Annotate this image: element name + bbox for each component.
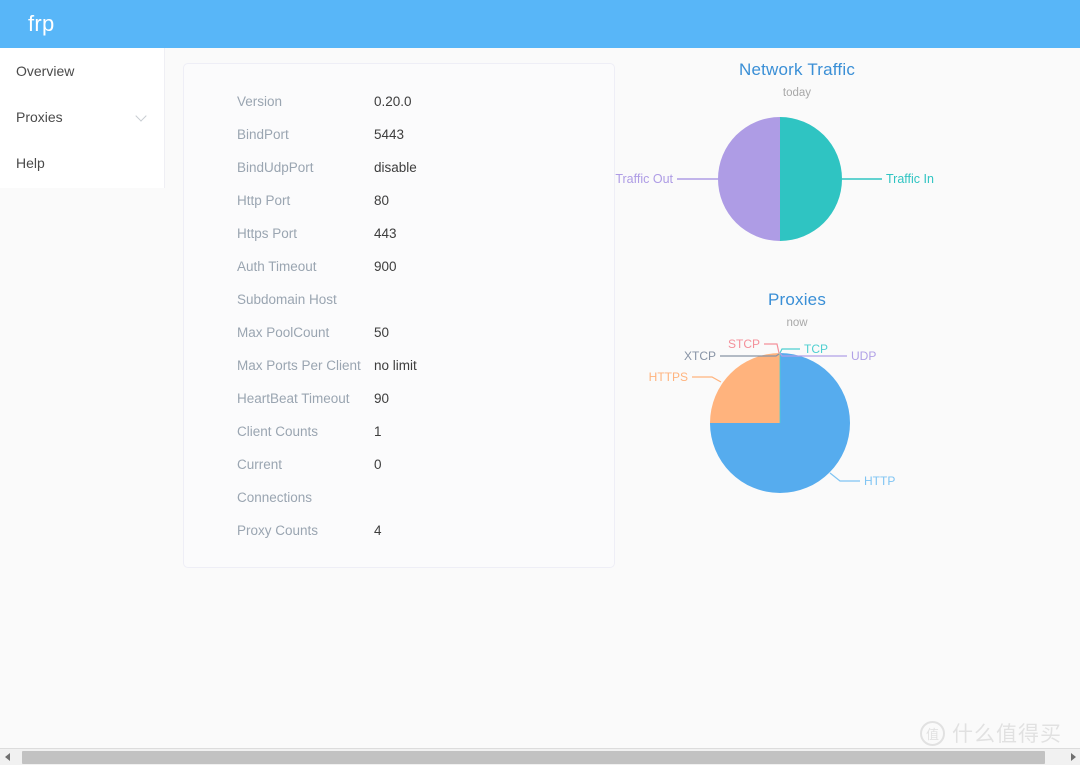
leader-line-tcp xyxy=(779,348,800,354)
info-value: 5443 xyxy=(374,127,405,142)
server-info-list: Version 0.20.0 BindPort 5443 BindUdpPort… xyxy=(184,64,614,554)
pie-label-tcp: TCP xyxy=(804,342,828,356)
pie-label-traffic-out: Traffic Out xyxy=(615,172,673,186)
frp-dashboard: frp Overview Proxies Help Version 0.20.0… xyxy=(0,0,1080,765)
table-row: Client Counts 1 xyxy=(184,422,614,455)
info-value: 0 xyxy=(374,457,382,472)
chevron-down-icon xyxy=(136,111,148,123)
table-row: Auth Timeout 900 xyxy=(184,257,614,290)
pie-slice-traffic-out-half[interactable] xyxy=(718,117,780,241)
app-brand-title: frp xyxy=(28,11,55,36)
pie-slice-traffic-in-half[interactable] xyxy=(780,117,842,241)
app-header: frp xyxy=(0,0,1080,48)
watermark-text: 什么值得买 xyxy=(952,722,1062,746)
sidebar-background-filler xyxy=(0,188,165,748)
info-value: 0.20.0 xyxy=(374,94,412,109)
pie-label-http: HTTP xyxy=(864,474,895,488)
table-row: Connections xyxy=(184,488,614,521)
info-label: Current xyxy=(237,457,283,472)
chart-subtitle: today xyxy=(782,87,812,99)
scroll-left-arrow-icon[interactable] xyxy=(0,748,14,765)
info-label: Max Ports Per Client xyxy=(237,358,361,373)
info-value: 900 xyxy=(374,259,397,274)
info-label: Client Counts xyxy=(237,424,319,439)
table-row: Version 0.20.0 xyxy=(184,92,614,125)
info-value: disable xyxy=(374,160,417,175)
pie-label-https: HTTPS xyxy=(649,370,688,384)
info-value: 443 xyxy=(374,226,397,241)
pie-label-xtcp: XTCP xyxy=(684,349,716,363)
sidebar-nav: Overview Proxies Help xyxy=(0,48,165,188)
chart-canvas: STCP TCP XTCP UDP HTTPS HTTP xyxy=(632,329,962,504)
leader-line-http xyxy=(829,472,860,482)
info-label: Https Port xyxy=(237,226,298,241)
proxies-chart: Proxies now STCP TCP XTCP UDP HTTPS HTTP xyxy=(632,290,962,505)
horizontal-scrollbar[interactable] xyxy=(0,748,1080,765)
chart-title: Network Traffic xyxy=(738,60,856,79)
table-row: HeartBeat Timeout 90 xyxy=(184,389,614,422)
pie-slice-https[interactable] xyxy=(710,353,780,423)
chart-canvas: Traffic Out Traffic In xyxy=(615,99,962,259)
pie-label-stcp: STCP xyxy=(728,337,760,351)
scrollbar-thumb[interactable] xyxy=(22,750,1045,764)
info-value: 90 xyxy=(374,391,390,406)
table-row: BindPort 5443 xyxy=(184,125,614,158)
table-row: Max Ports Per Client no limit xyxy=(184,356,614,389)
info-label: Max PoolCount xyxy=(237,325,330,340)
sidebar-item-overview[interactable]: Overview xyxy=(0,48,164,94)
server-info-card: Version 0.20.0 BindPort 5443 BindUdpPort… xyxy=(183,63,615,568)
info-value: no limit xyxy=(374,358,417,373)
table-row: Subdomain Host xyxy=(184,290,614,323)
info-label: BindUdpPort xyxy=(237,160,314,175)
table-row: Current 0 xyxy=(184,455,614,488)
sidebar-item-label: Overview xyxy=(16,63,75,79)
info-label: Connections xyxy=(237,490,313,505)
sidebar-item-label: Help xyxy=(16,155,45,171)
table-row: Https Port 443 xyxy=(184,224,614,257)
sidebar-item-help[interactable]: Help xyxy=(0,140,164,186)
table-row: BindUdpPort disable xyxy=(184,158,614,191)
chart-title: Proxies xyxy=(767,290,827,309)
info-label: Version xyxy=(237,94,283,109)
scrollbar-track[interactable] xyxy=(14,748,1066,765)
leader-line-https xyxy=(692,376,722,383)
watermark-logo-icon: 值 xyxy=(920,720,945,746)
network-traffic-chart: Network Traffic today Traffic Out Traffi… xyxy=(615,60,962,270)
table-row: Max PoolCount 50 xyxy=(184,323,614,356)
pie-label-traffic-in: Traffic In xyxy=(886,172,934,186)
chart-subtitle: now xyxy=(786,317,808,329)
table-row: Http Port 80 xyxy=(184,191,614,224)
sidebar-item-label: Proxies xyxy=(16,109,63,125)
info-value: 50 xyxy=(374,325,390,340)
info-value: 1 xyxy=(374,424,382,439)
info-label: HeartBeat Timeout xyxy=(237,391,350,406)
info-label: BindPort xyxy=(237,127,289,142)
leader-line-stcp xyxy=(764,343,780,354)
watermark: 值 什么值得买 xyxy=(920,718,1062,748)
sidebar-item-proxies[interactable]: Proxies xyxy=(0,94,164,140)
scroll-right-arrow-icon[interactable] xyxy=(1066,748,1080,765)
info-value: 80 xyxy=(374,193,390,208)
info-label: Proxy Counts xyxy=(237,523,319,538)
info-label: Http Port xyxy=(237,193,291,208)
pie-label-udp: UDP xyxy=(851,349,876,363)
info-label: Auth Timeout xyxy=(237,259,317,274)
table-row: Proxy Counts 4 xyxy=(184,521,614,554)
info-label: Subdomain Host xyxy=(237,292,337,307)
info-value: 4 xyxy=(374,523,382,538)
